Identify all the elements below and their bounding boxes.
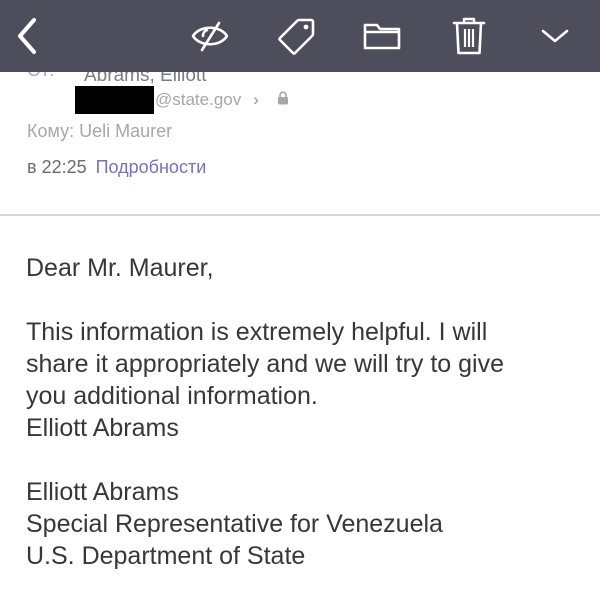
- delete-button[interactable]: [444, 0, 494, 72]
- move-to-folder-button[interactable]: [357, 0, 407, 72]
- chevron-right-icon: ›: [253, 90, 259, 109]
- signature-line: U.S. Department of State: [26, 542, 306, 570]
- body-line: Elliott Abrams: [26, 414, 179, 442]
- tag-icon: [277, 16, 317, 56]
- message-body: Dear Mr. Maurer, This information is ext…: [26, 252, 586, 572]
- chevron-down-icon: [540, 27, 570, 45]
- tag-button[interactable]: [272, 0, 322, 72]
- time-row: в 22:25 Подробности: [27, 157, 206, 178]
- lock-icon: [277, 90, 289, 110]
- signature-line: Special Representative for Venezuela: [26, 510, 443, 538]
- sender-email-row[interactable]: @state.gov ›: [155, 90, 289, 110]
- body-line: This information is extremely helpful. I…: [26, 318, 488, 346]
- redaction-block: [75, 86, 154, 114]
- folder-icon: [363, 20, 401, 52]
- chevron-left-icon: [15, 16, 39, 56]
- body-line: share it appropriately and we will try t…: [26, 350, 505, 378]
- eye-slash-icon: [190, 19, 230, 53]
- greeting-line: Dear Mr. Maurer,: [26, 254, 214, 282]
- more-button[interactable]: [530, 0, 580, 72]
- trash-icon: [452, 16, 486, 56]
- sender-email-domain: @state.gov: [155, 90, 242, 109]
- top-toolbar: [0, 0, 600, 72]
- back-button[interactable]: [2, 0, 52, 72]
- received-time: в 22:25: [27, 157, 87, 177]
- recipient-line: Кому: Ueli Maurer: [27, 121, 173, 141]
- hide-button[interactable]: [185, 0, 235, 72]
- header-divider: [0, 214, 600, 216]
- signature-line: Elliott Abrams: [26, 478, 179, 506]
- body-line: you additional information.: [26, 382, 318, 410]
- details-link[interactable]: Подробности: [96, 157, 207, 178]
